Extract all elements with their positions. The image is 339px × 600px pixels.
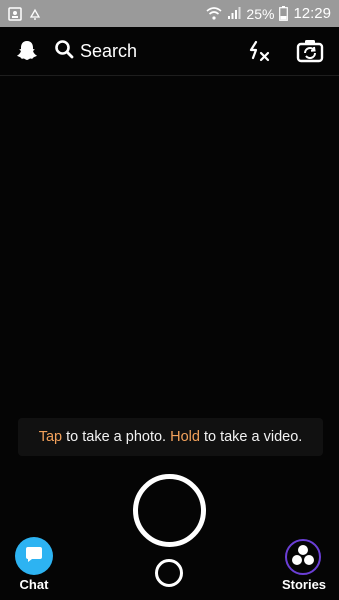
camera-screen: 25% 12:29 Search Tap to take a photo. Ho… (0, 0, 339, 600)
stories-button[interactable] (285, 539, 321, 575)
wifi-icon (206, 7, 222, 20)
search-label: Search (80, 40, 138, 61)
stories-icon (290, 543, 316, 572)
signal-icon (227, 7, 241, 20)
hint-hold: Hold (170, 429, 200, 445)
top-bar: Search (0, 27, 339, 76)
status-bar: 25% 12:29 (0, 0, 339, 27)
notification-icon (28, 7, 42, 21)
stories-label: Stories (281, 577, 327, 592)
capture-button[interactable] (133, 474, 206, 547)
chat-icon (24, 544, 44, 569)
flip-camera-icon[interactable] (295, 37, 325, 65)
search-icon (54, 39, 74, 64)
memories-button[interactable] (155, 559, 183, 587)
capture-hint: Tap to take a photo. Hold to take a vide… (18, 418, 323, 456)
flash-off-icon[interactable] (247, 38, 273, 64)
chat-button[interactable] (15, 537, 53, 575)
hint-tap-rest: to take a photo. (62, 429, 171, 445)
chat-label: Chat (19, 577, 49, 592)
ghost-icon[interactable] (14, 38, 40, 64)
gallery-icon (8, 6, 22, 21)
hint-hold-rest: to take a video. (199, 429, 303, 445)
battery-percent: 25% (246, 5, 275, 22)
hint-tap: Tap (38, 429, 63, 445)
battery-icon (279, 6, 289, 21)
status-time: 12:29 (293, 5, 331, 22)
search-button[interactable]: Search (54, 39, 137, 64)
